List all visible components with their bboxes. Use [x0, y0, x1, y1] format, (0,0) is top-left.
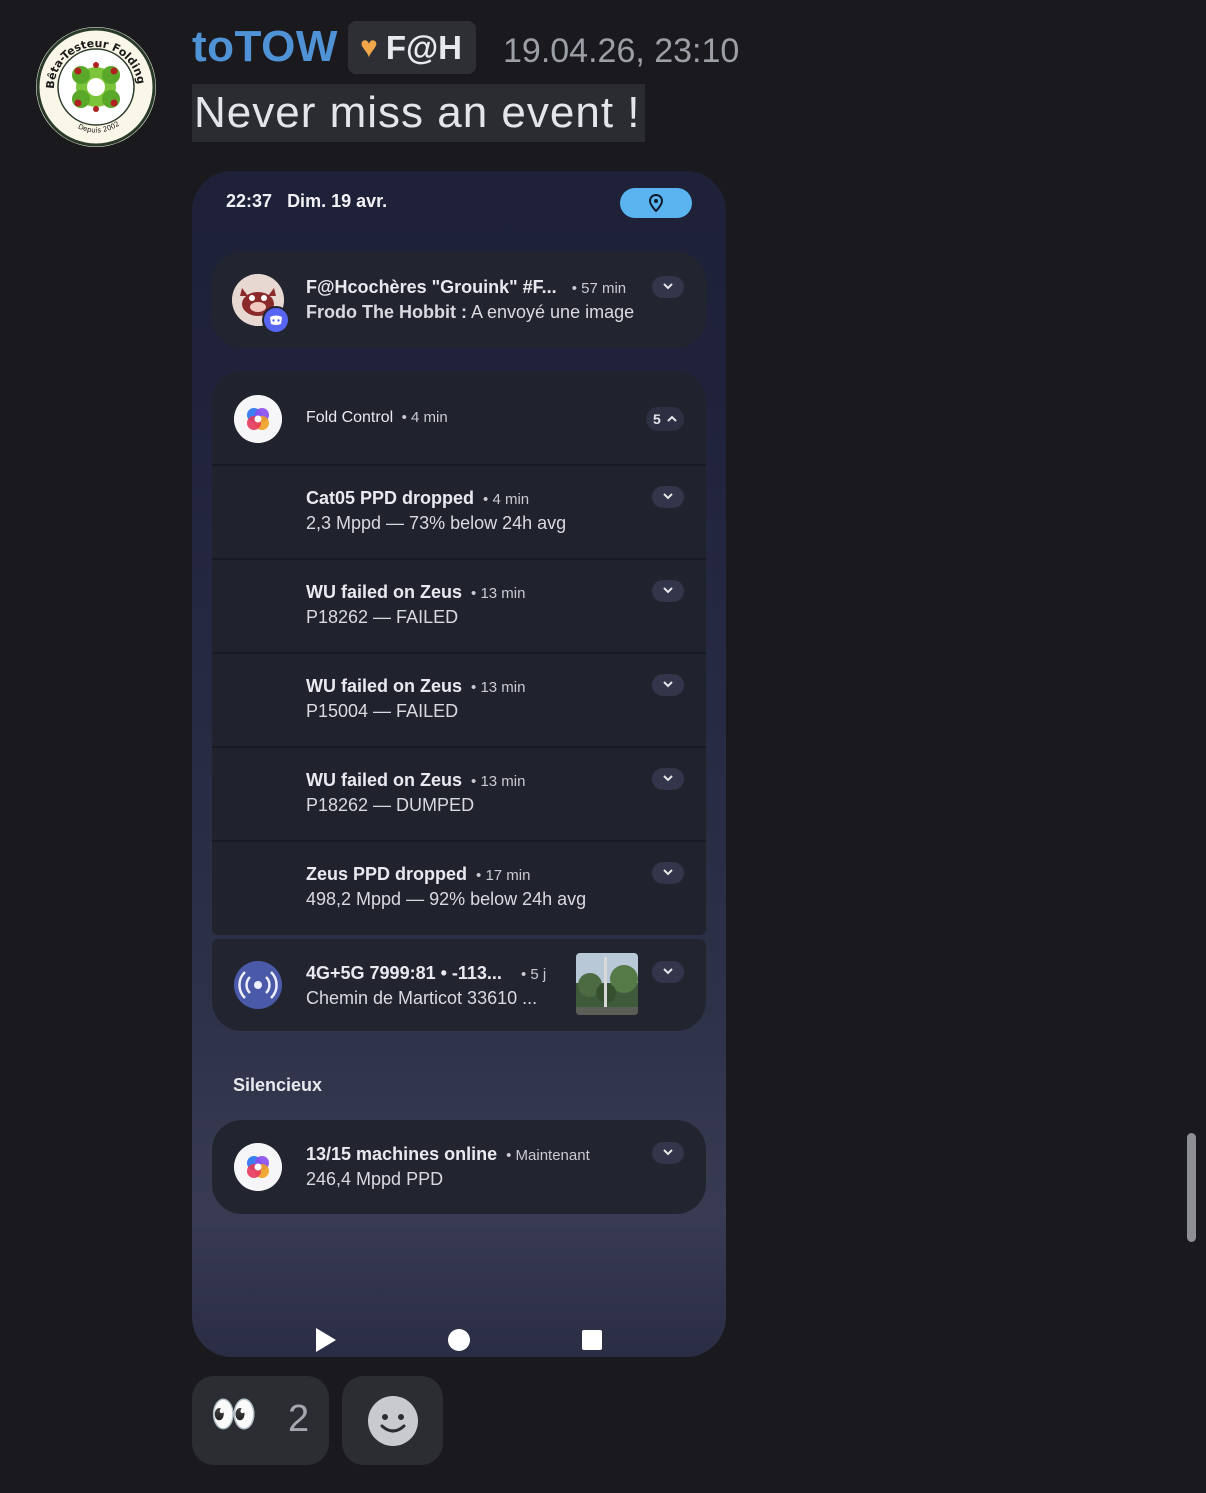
notification-image-thumbnail — [576, 953, 638, 1015]
list-item[interactable]: Zeus PPD dropped • 17 min 498,2 Mppd — 9… — [212, 842, 706, 934]
chevron-down-icon — [663, 283, 673, 290]
chevron-down-icon — [663, 775, 673, 782]
item-title: Cat05 PPD dropped — [306, 488, 475, 508]
scrollbar-thumb[interactable] — [1187, 1133, 1196, 1242]
chevron-down-icon — [663, 587, 673, 594]
reaction-eyes[interactable]: 👀 2 — [192, 1376, 329, 1465]
group-app-name: Fold Control — [306, 409, 394, 426]
item-title: Zeus PPD dropped — [306, 864, 468, 884]
reaction-count: 2 — [288, 1398, 310, 1440]
expand-button[interactable] — [652, 276, 684, 298]
cell-tower-icon — [234, 961, 282, 1009]
chevron-down-icon — [663, 681, 673, 688]
message-text: Never miss an event ! — [192, 84, 645, 142]
recents-icon[interactable] — [582, 1330, 602, 1350]
expand-button[interactable] — [652, 961, 684, 983]
heart-icon: ♥ — [360, 30, 378, 64]
notification-cell-tower[interactable]: 4G+5G 7999:81 • -113... • 5 j Chemin de … — [212, 939, 706, 1031]
author-name[interactable]: toTOW — [192, 22, 338, 72]
notification-time: • Maintenant — [506, 1147, 590, 1164]
message-timestamp: 19.04.26, 23:10 — [503, 32, 740, 70]
status-bar: 22:37 Dim. 19 avr. — [226, 191, 397, 212]
item-body: P15004 — FAILED — [306, 701, 459, 721]
guild-tag-label: F@H — [385, 28, 462, 66]
list-item[interactable]: WU failed on Zeus • 13 min P18262 — DUMP… — [212, 748, 706, 840]
notification-silent-fold-control[interactable]: 13/15 machines online • Maintenant 246,4… — [212, 1120, 706, 1214]
expand-button[interactable] — [652, 768, 684, 790]
notification-title: F@Hcochères "Grouink" #F... — [306, 277, 557, 297]
status-date: Dim. 19 avr. — [287, 191, 388, 211]
expand-button[interactable] — [652, 1142, 684, 1164]
location-indicator — [620, 188, 692, 218]
chevron-down-icon — [663, 968, 673, 975]
item-body: P18262 — DUMPED — [306, 795, 475, 815]
expand-button[interactable] — [652, 674, 684, 696]
expand-button[interactable] — [652, 862, 684, 884]
collapse-group-button[interactable]: 5 — [646, 407, 684, 431]
author-avatar[interactable]: Bêta-Testeur Folding@home Depuis 2002 — [36, 27, 156, 147]
notification-sender: Frodo The Hobbit : — [306, 302, 467, 322]
back-icon[interactable] — [316, 1328, 336, 1352]
screenshot-attachment[interactable]: 22:37 Dim. 19 avr. F@Hcochères "Grouink" — [192, 171, 726, 1357]
item-title: WU failed on Zeus — [306, 582, 463, 602]
item-time: • 4 min — [483, 491, 530, 508]
expand-button[interactable] — [652, 580, 684, 602]
group-count: 5 — [653, 411, 661, 427]
group-time: • 4 min — [401, 409, 448, 426]
list-item[interactable]: WU failed on Zeus • 13 min P18262 — FAIL… — [212, 560, 706, 652]
notification-body: Chemin de Marticot 33610 ... — [306, 988, 538, 1008]
notification-time: • 57 min — [571, 280, 627, 297]
item-body: 2,3 Mppd — 73% below 24h avg — [306, 513, 567, 533]
notification-title: 13/15 machines online — [306, 1144, 498, 1164]
list-item[interactable]: Cat05 PPD dropped • 4 min 2,3 Mppd — 73%… — [212, 466, 706, 558]
location-pin-icon — [648, 194, 664, 212]
android-nav-bar — [192, 1321, 726, 1357]
expand-button[interactable] — [652, 486, 684, 508]
item-time: • 13 min — [471, 679, 526, 696]
section-silent-label: Silencieux — [233, 1075, 323, 1095]
notification-discord[interactable]: F@Hcochères "Grouink" #F... • 57 min Fro… — [212, 252, 706, 348]
chevron-up-icon — [667, 415, 677, 422]
item-time: • 13 min — [471, 585, 526, 602]
item-body: P18262 — FAILED — [306, 607, 459, 627]
fold-control-app-icon — [234, 395, 282, 443]
guild-tag[interactable]: ♥ F@H — [348, 21, 476, 74]
item-title: WU failed on Zeus — [306, 676, 463, 696]
notification-title: 4G+5G 7999:81 • -113... — [306, 963, 502, 983]
notification-group-fold-control[interactable]: Fold Control • 4 min 5 Cat05 PPD dropped… — [212, 371, 706, 935]
item-body: 498,2 Mppd — 92% below 24h avg — [306, 889, 587, 909]
add-reaction-button[interactable] — [342, 1376, 443, 1465]
folding-home-badge-icon: Bêta-Testeur Folding@home Depuis 2002 — [36, 27, 156, 147]
status-time: 22:37 — [226, 191, 273, 211]
home-icon[interactable] — [448, 1329, 470, 1351]
eyes-emoji-icon: 👀 — [210, 1394, 258, 1436]
notification-time: • 5 j — [520, 966, 547, 983]
chevron-down-icon — [663, 493, 673, 500]
item-title: WU failed on Zeus — [306, 770, 463, 790]
add-reaction-icon — [368, 1396, 418, 1446]
item-time: • 13 min — [471, 773, 526, 790]
item-time: • 17 min — [476, 867, 531, 884]
notification-body: A envoyé une image — [470, 302, 635, 322]
fold-control-app-icon — [234, 1143, 282, 1191]
notification-body: 246,4 Mppd PPD — [306, 1169, 444, 1189]
discord-icon — [262, 306, 290, 334]
list-item[interactable]: WU failed on Zeus • 13 min P15004 — FAIL… — [212, 654, 706, 746]
chevron-down-icon — [663, 1149, 673, 1156]
chevron-down-icon — [663, 869, 673, 876]
